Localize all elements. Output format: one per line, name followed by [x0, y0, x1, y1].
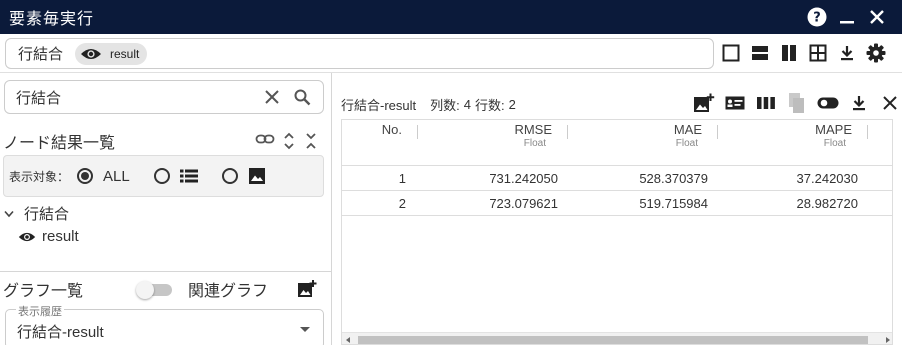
tree-parent-label: 行結合 — [24, 206, 70, 223]
radio-all[interactable] — [77, 168, 94, 184]
window-title: 要素毎実行 — [9, 11, 95, 28]
column-view-icon[interactable] — [754, 91, 778, 115]
related-graph-toggle[interactable] — [136, 281, 174, 299]
result-header: 行結合-result 列数: 4 行数: 2 — [341, 95, 516, 114]
download-icon[interactable] — [836, 42, 858, 64]
node-list-title: ノード結果一覧 — [3, 135, 116, 152]
layout-toolbar — [720, 42, 887, 64]
title-bar: 要素毎実行 ? — [0, 0, 902, 34]
table-row[interactable]: 1 731.242050 528.370379 37.242030 — [342, 166, 892, 191]
column-name: No. — [381, 122, 402, 137]
expand-all-icon[interactable] — [281, 132, 297, 150]
column-header-no[interactable]: No. — [342, 120, 418, 166]
column-name: RMSE — [514, 122, 552, 137]
table-cell: 519.715984 — [639, 196, 708, 211]
table-cell: 37.242030 — [796, 171, 858, 186]
grid-view-icon[interactable] — [807, 42, 829, 64]
column-name: MAE — [673, 122, 702, 137]
tree-child-label: result — [42, 228, 79, 245]
table-cell: 1 — [398, 171, 406, 186]
breadcrumb: 行結合 result — [5, 38, 714, 69]
horizontal-scrollbar[interactable] — [342, 332, 892, 344]
tree-node-parent[interactable]: 行結合 — [4, 203, 69, 224]
result-panel: 行結合-result 列数: 4 行数: 2 No. RMSE Float MA… — [332, 73, 902, 345]
left-panel: 行結合 ノード結果一覧 表示対象： ALL 行結合 result グラフ一覧 関… — [0, 73, 331, 345]
radio-all-label: ALL — [103, 167, 130, 185]
rows-value: 2 — [508, 97, 516, 112]
scroll-left-icon[interactable] — [346, 337, 350, 343]
add-graph-icon[interactable] — [692, 91, 716, 115]
search-value[interactable]: 行結合 — [16, 87, 263, 108]
horizontal-split-icon[interactable] — [749, 42, 771, 64]
collapse-all-icon[interactable] — [303, 132, 319, 150]
close-icon[interactable] — [878, 91, 902, 115]
result-title: 行結合-result — [341, 98, 417, 113]
column-type: Float — [823, 138, 846, 149]
eye-icon — [80, 47, 102, 61]
caret-down-icon — [300, 327, 310, 332]
download-icon[interactable] — [847, 91, 871, 115]
table-cell: 28.982720 — [796, 196, 858, 211]
card-view-icon[interactable] — [723, 91, 747, 115]
gear-icon[interactable] — [865, 42, 887, 64]
breadcrumb-label: 行結合 — [18, 46, 64, 63]
left-divider — [0, 271, 331, 272]
table-header: No. RMSE Float MAE Float MAPE Float — [342, 120, 892, 166]
search-icon[interactable] — [293, 88, 311, 106]
cols-value: 4 — [463, 97, 471, 112]
column-name: MAPE — [815, 122, 852, 137]
close-icon[interactable] — [866, 6, 888, 28]
history-legend: 表示履歴 — [16, 303, 64, 319]
history-select[interactable]: 表示履歴 行結合-result — [5, 303, 324, 345]
list-icon — [179, 169, 198, 183]
search-input[interactable]: 行結合 — [4, 80, 324, 114]
table-row[interactable]: 2 723.079621 519.715984 28.982720 — [342, 191, 892, 216]
toggle-icon[interactable] — [816, 91, 840, 115]
table-cell: 528.370379 — [639, 171, 708, 186]
column-type: Float — [523, 138, 546, 149]
clear-icon[interactable] — [263, 88, 281, 106]
table-cell: 2 — [398, 196, 406, 211]
column-header-mae[interactable]: MAE Float — [568, 120, 718, 166]
column-header-rmse[interactable]: RMSE Float — [418, 120, 568, 166]
result-toolbar — [692, 91, 902, 115]
copy-icon[interactable] — [785, 91, 809, 115]
scrollbar-thumb[interactable] — [358, 336, 868, 344]
result-table: No. RMSE Float MAE Float MAPE Float 1 73… — [341, 119, 893, 345]
graph-list-title: グラフ一覧 — [3, 283, 84, 300]
graph-list-header: グラフ一覧 関連グラフ — [3, 278, 323, 300]
scroll-right-icon[interactable] — [886, 337, 890, 343]
radio-image[interactable] — [221, 168, 238, 184]
related-graph-label: 関連グラフ — [188, 283, 269, 300]
table-cell: 723.079621 — [489, 196, 558, 211]
help-circle-icon[interactable]: ? — [806, 6, 828, 28]
add-graph-icon[interactable] — [297, 280, 317, 298]
vertical-split-icon[interactable] — [778, 42, 800, 64]
rows-label: 行数: — [474, 98, 505, 113]
chevron-down-icon[interactable] — [4, 210, 14, 218]
tree-node-child[interactable]: result — [18, 228, 79, 245]
chip-label: result — [110, 46, 140, 61]
column-header-mape[interactable]: MAPE Float — [718, 120, 868, 166]
eye-icon — [18, 231, 36, 243]
column-type: Float — [675, 138, 698, 149]
filter-label: 表示対象： — [9, 169, 70, 184]
minimize-icon[interactable] — [836, 6, 858, 28]
cols-label: 列数: — [430, 98, 460, 113]
filter-box: 表示対象： ALL — [3, 155, 324, 197]
column-separator[interactable] — [867, 125, 868, 139]
image-icon — [248, 167, 266, 185]
table-cell: 731.242050 — [489, 171, 558, 186]
radio-list[interactable] — [153, 168, 170, 184]
node-list-header: ノード結果一覧 — [3, 129, 323, 153]
result-chip[interactable]: result — [75, 42, 148, 65]
single-view-icon[interactable] — [720, 42, 742, 64]
history-value: 行結合-result — [17, 324, 104, 341]
svg-text:?: ? — [813, 11, 821, 26]
link-icon[interactable] — [255, 132, 275, 150]
